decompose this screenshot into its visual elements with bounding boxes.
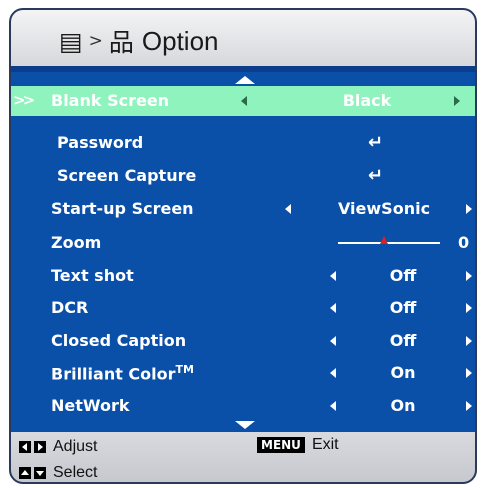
menu-row-network[interactable]: NetWork On	[11, 391, 475, 421]
arrow-left-icon[interactable]	[285, 204, 291, 214]
osd-panel: ▤ > 品 Option >> Blank Screen Black Passw…	[9, 8, 477, 484]
row-label-text: Brilliant Color	[51, 364, 176, 384]
enter-icon[interactable]: ↵	[368, 132, 383, 153]
scroll-up-icon[interactable]	[235, 76, 255, 84]
menu-row-zoom[interactable]: Zoom 0	[11, 228, 475, 258]
arrow-left-icon[interactable]	[330, 336, 336, 346]
hint-select-label: Select	[53, 464, 98, 481]
network-tree-icon: 品	[108, 28, 134, 57]
zoom-slider-thumb[interactable]	[379, 236, 388, 244]
hint-select: Select	[19, 464, 97, 482]
menu-row-screen-capture[interactable]: Screen Capture ↵	[11, 161, 475, 191]
row-value: On	[390, 396, 416, 415]
row-label: Blank Screen	[51, 91, 170, 110]
row-label: NetWork	[51, 396, 130, 415]
menu-row-blank-screen[interactable]: >> Blank Screen Black	[11, 86, 475, 116]
menu-row-text-shot[interactable]: Text shot Off	[11, 261, 475, 291]
arrow-right-icon[interactable]	[454, 96, 460, 106]
enter-icon[interactable]: ↵	[368, 165, 383, 186]
hint-exit: MENU Exit	[257, 436, 339, 454]
left-key-icon	[19, 441, 31, 453]
arrow-left-icon[interactable]	[330, 271, 336, 281]
menu-key-icon: MENU	[257, 437, 305, 453]
option-list: >> Blank Screen Black Password ↵ Screen …	[11, 72, 475, 432]
arrow-left-icon[interactable]	[330, 303, 336, 313]
osd-header: ▤ > 品 Option	[11, 10, 475, 66]
row-label: DCR	[51, 298, 89, 317]
row-value: Off	[389, 331, 417, 350]
hint-exit-label: Exit	[311, 436, 339, 453]
row-value: Off	[389, 266, 417, 285]
arrow-right-icon[interactable]	[466, 336, 472, 346]
row-label: Start-up Screen	[51, 199, 194, 218]
page-title: Option	[141, 25, 219, 56]
right-key-icon	[34, 441, 46, 453]
up-key-icon	[19, 467, 31, 479]
breadcrumb-separator: >	[88, 31, 103, 51]
row-value: Off	[389, 298, 417, 317]
osd-footer: Adjust MENU Exit Select	[11, 432, 475, 482]
arrow-right-icon[interactable]	[466, 401, 472, 411]
trademark-sup: TM	[175, 363, 194, 376]
zoom-slider-track[interactable]	[338, 242, 440, 244]
row-value: 0	[458, 233, 470, 252]
menu-row-password[interactable]: Password ↵	[11, 128, 475, 158]
row-label: Screen Capture	[57, 166, 197, 185]
row-label: Password	[57, 133, 144, 152]
row-value: ViewSonic	[337, 199, 431, 218]
row-label: Zoom	[51, 233, 102, 252]
arrow-left-icon[interactable]	[330, 401, 336, 411]
row-label: Text shot	[51, 266, 134, 285]
menu-row-dcr[interactable]: DCR Off	[11, 293, 475, 323]
menu-row-startup-screen[interactable]: Start-up Screen ViewSonic	[11, 194, 475, 224]
row-value: Black	[342, 91, 392, 110]
menu-row-brilliant-color[interactable]: Brilliant ColorTM On	[11, 358, 475, 388]
arrow-right-icon[interactable]	[466, 303, 472, 313]
arrow-right-icon[interactable]	[466, 368, 472, 378]
arrow-left-icon[interactable]	[241, 96, 247, 106]
down-key-icon	[34, 467, 46, 479]
hint-adjust-label: Adjust	[53, 438, 98, 455]
row-value: On	[390, 363, 416, 382]
row-label: Closed Caption	[51, 331, 187, 350]
menu-row-closed-caption[interactable]: Closed Caption Off	[11, 326, 475, 356]
menu-list-icon: ▤	[59, 26, 83, 56]
arrow-left-icon[interactable]	[330, 368, 336, 378]
row-label: Brilliant ColorTM	[51, 363, 194, 383]
arrow-right-icon[interactable]	[466, 204, 472, 214]
selection-pointer-icon: >>	[13, 91, 35, 109]
hint-adjust: Adjust	[19, 438, 97, 456]
arrow-right-icon[interactable]	[466, 271, 472, 281]
breadcrumb: ▤ > 品 Option	[59, 23, 219, 59]
scroll-down-icon[interactable]	[235, 421, 255, 429]
